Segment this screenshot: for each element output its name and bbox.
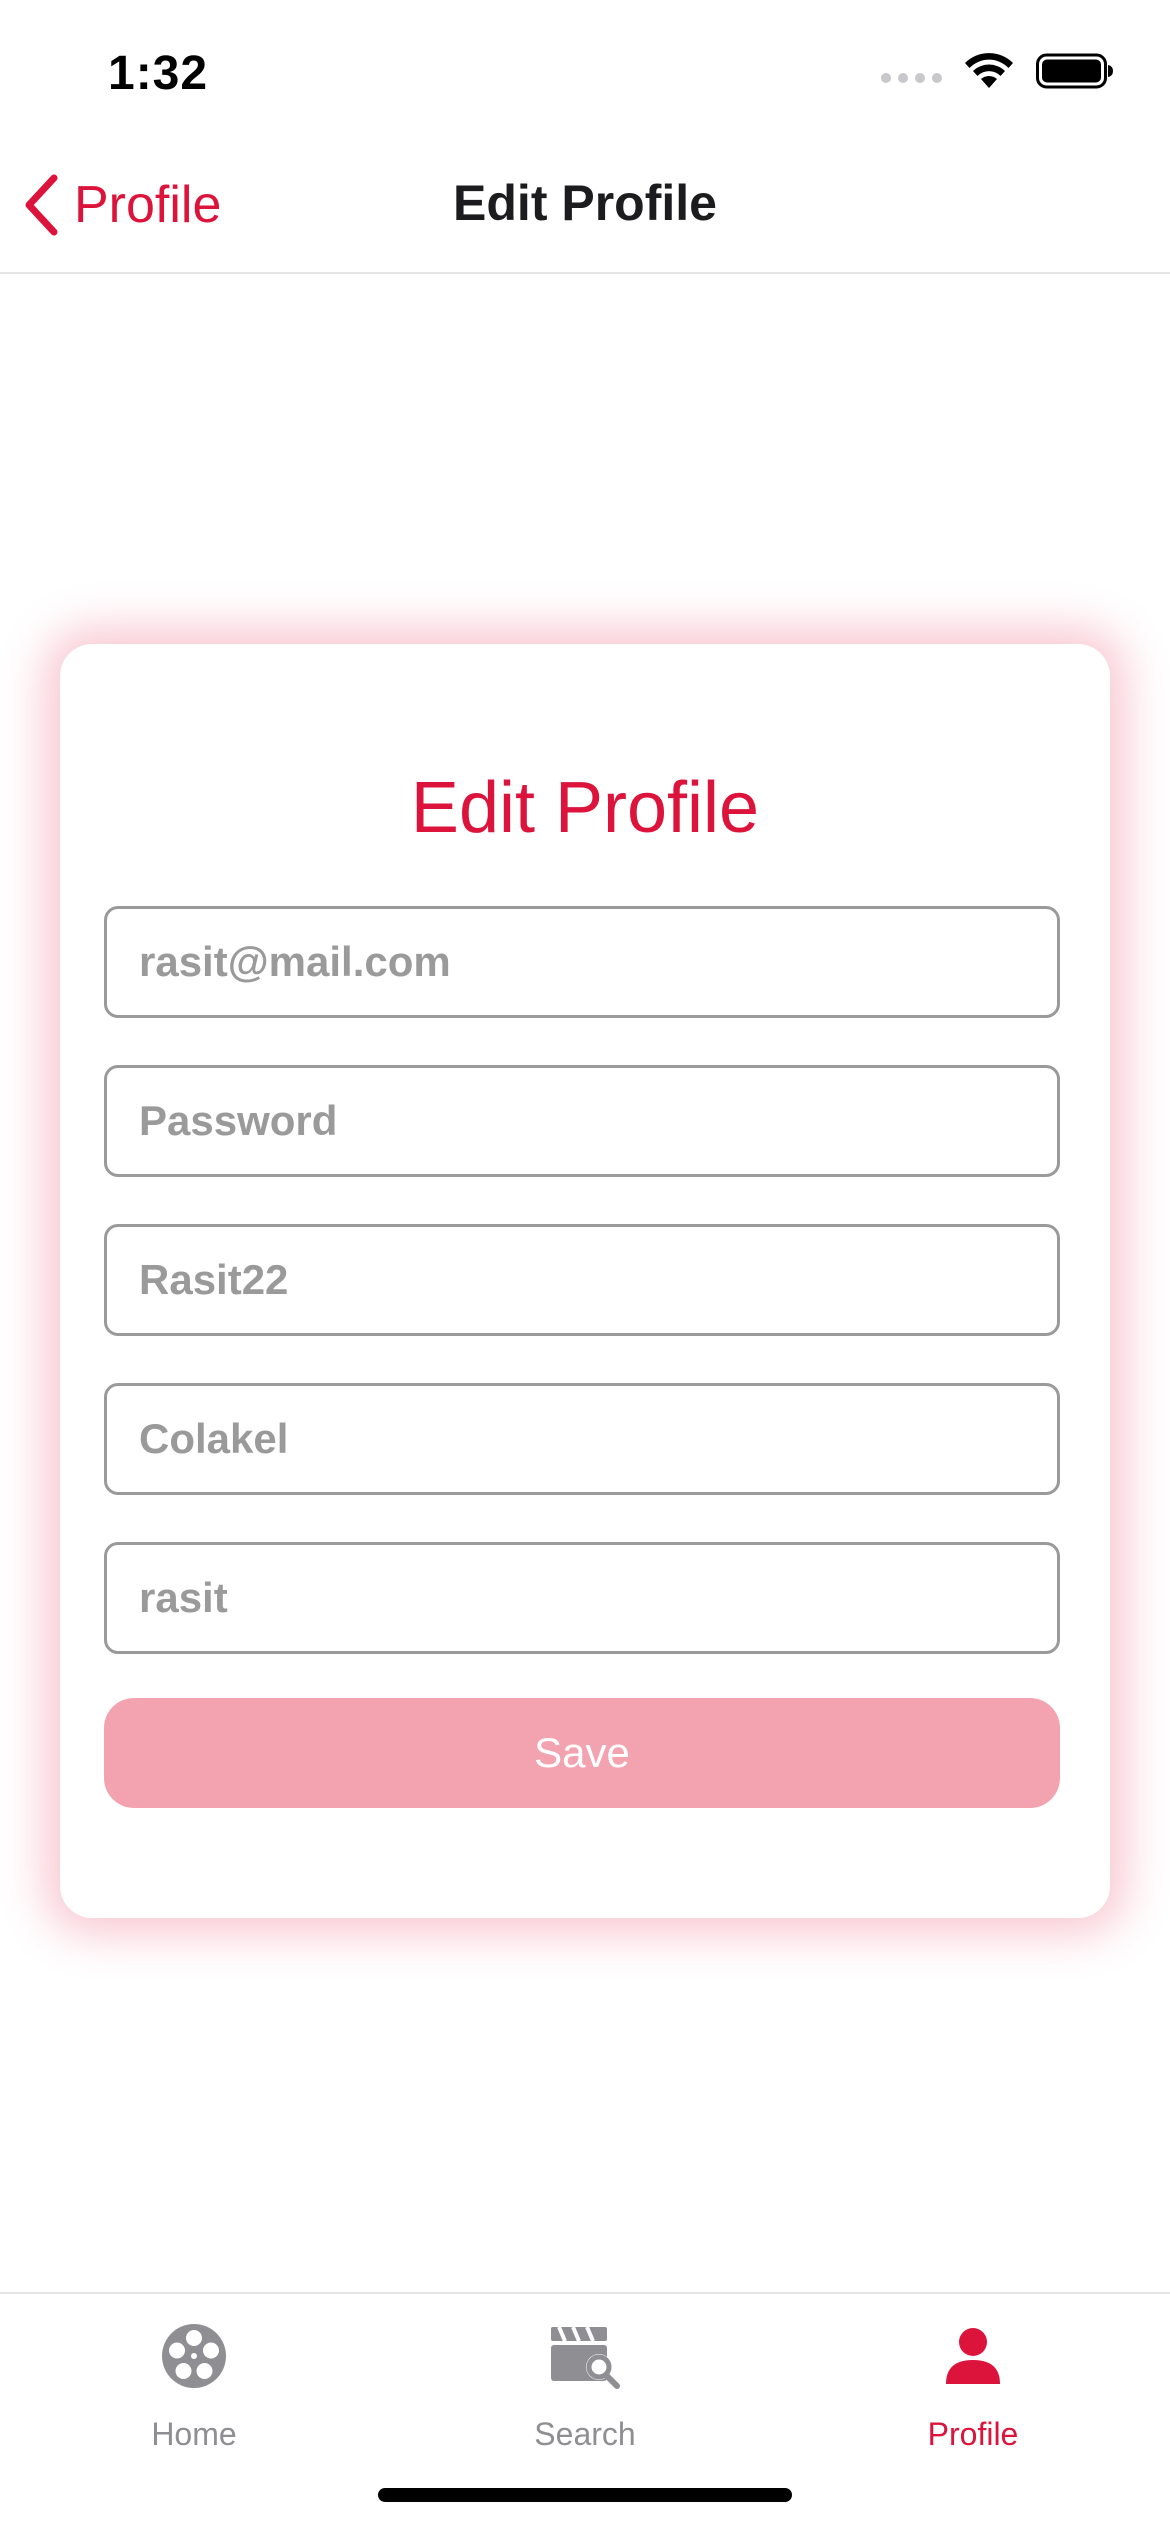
save-button-label: Save	[534, 1729, 630, 1776]
last-name-field[interactable]	[104, 1383, 1060, 1495]
tab-home[interactable]: Home	[74, 2318, 314, 2458]
username-input[interactable]	[139, 1256, 1057, 1304]
tab-home-label: Home	[151, 2416, 237, 2452]
password-field[interactable]	[104, 1065, 1060, 1177]
username-field[interactable]	[104, 1224, 1060, 1336]
clapperboard-search-icon	[551, 2326, 620, 2389]
card-title: Edit Profile	[410, 768, 760, 848]
navigation-bar: Profile Edit Profile	[0, 140, 1170, 274]
first-name-field[interactable]	[104, 1542, 1060, 1654]
status-icons	[881, 52, 1114, 90]
last-name-input[interactable]	[139, 1415, 1057, 1463]
tab-profile[interactable]: Profile	[853, 2318, 1093, 2458]
wifi-icon	[965, 53, 1013, 88]
tab-search[interactable]: Search	[465, 2318, 705, 2458]
status-bar: 1:32	[0, 0, 1170, 140]
edit-profile-card: Edit Profile Save	[60, 644, 1110, 1918]
email-input[interactable]	[139, 938, 1057, 986]
nav-title: Edit Profile	[453, 175, 717, 231]
save-button[interactable]: Save	[104, 1698, 1060, 1808]
tab-search-label: Search	[534, 2416, 636, 2452]
cellular-signal-icon	[881, 73, 942, 83]
film-reel-icon	[162, 2324, 226, 2388]
password-input[interactable]	[139, 1097, 1057, 1145]
email-field[interactable]	[104, 906, 1060, 1018]
first-name-input[interactable]	[139, 1574, 1057, 1622]
status-time: 1:32	[108, 47, 209, 100]
person-icon	[946, 2328, 1000, 2384]
home-indicator	[378, 2488, 792, 2502]
tab-profile-label: Profile	[927, 2416, 1019, 2452]
edit-profile-screen: 1:32 Profile Edit Profile Edit Profile r…	[0, 0, 1170, 2532]
battery-icon	[1036, 53, 1113, 89]
